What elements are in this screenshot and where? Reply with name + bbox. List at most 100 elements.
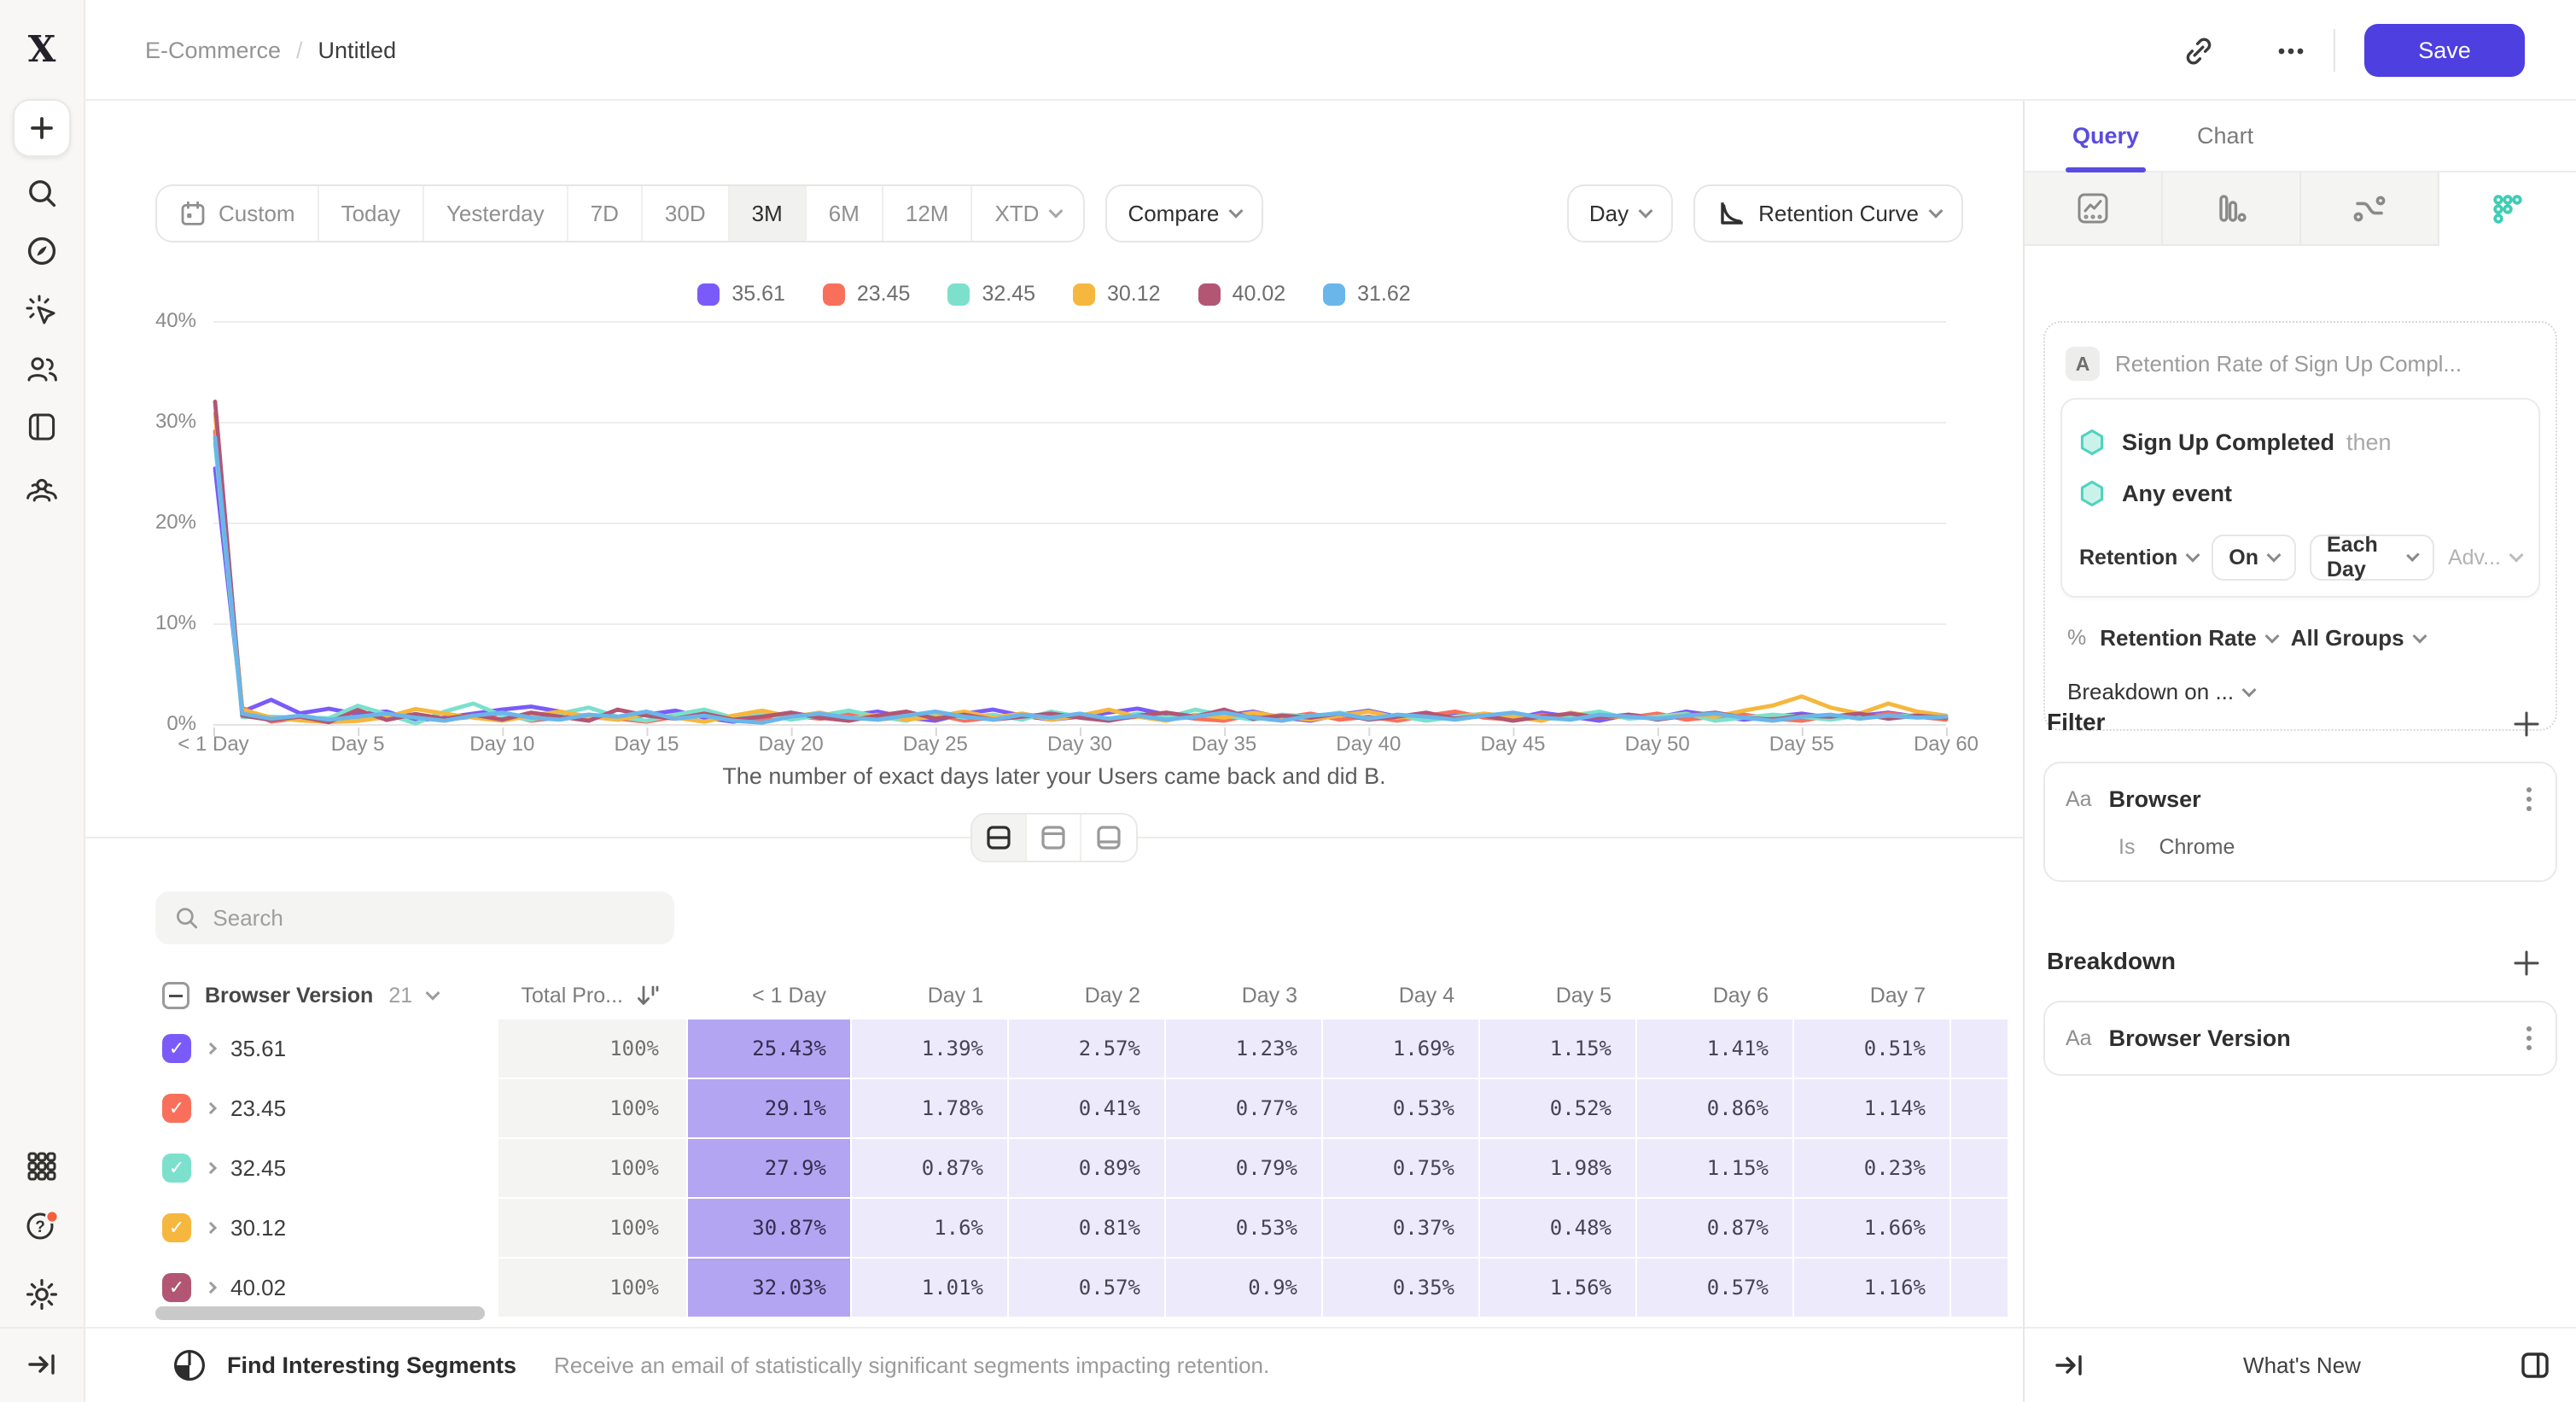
search-icon[interactable] [25,176,59,210]
discover-compass-icon[interactable] [25,234,59,268]
row-expand-icon[interactable] [205,1222,217,1234]
row-checkbox[interactable]: ✓ [162,1273,191,1302]
row-first-day: 25.43% [688,1019,850,1078]
table-header-day[interactable]: Day 4 [1323,973,1478,1018]
table-header-day[interactable]: Day 8 [1951,973,2008,1018]
boards-icon[interactable] [25,410,59,444]
create-new-button[interactable] [13,99,71,157]
more-options-icon[interactable] [2272,32,2310,70]
range-yesterday[interactable]: Yesterday [424,186,568,241]
table-header-day[interactable]: Day 3 [1166,973,1321,1018]
add-breakdown-button[interactable] [2511,948,2542,978]
range-today[interactable]: Today [319,186,424,241]
filter-kebab-icon[interactable] [2523,784,2535,815]
table-header-day[interactable]: < 1 Day [688,973,850,1018]
mixpanel-logo-icon[interactable]: X [21,27,62,72]
row-day-value: 0.86% [1637,1079,1792,1137]
settings-gear-icon[interactable] [25,1277,59,1311]
breadcrumb-project[interactable]: E-Commerce [145,38,281,64]
table-row[interactable]: ✓23.45100%29.1%1.78%0.41%0.77%0.53%0.52%… [155,1079,2008,1137]
row-expand-icon[interactable] [205,1043,217,1054]
retention-chart[interactable] [213,321,1946,736]
legend-item[interactable]: 32.45 [947,282,1035,307]
row-checkbox[interactable]: ✓ [162,1213,191,1242]
filter-operator[interactable]: Is [2118,835,2135,860]
compare-button[interactable]: Compare [1105,184,1263,242]
legend-item[interactable]: 31.62 [1323,282,1411,307]
toggle-panel-icon[interactable] [2518,1348,2552,1382]
filter-property[interactable]: Browser [2109,786,2506,813]
granularity-button[interactable]: Day [1567,184,1673,242]
breakdown-on-dropdown[interactable]: Breakdown on ... [2067,679,2254,705]
breakdown-kebab-icon[interactable] [2523,1023,2535,1054]
report-type-flows[interactable] [2301,172,2439,246]
layout-split-button[interactable] [972,815,1027,861]
report-type-funnels[interactable] [2163,172,2301,246]
whats-new-link[interactable]: What's New [2086,1352,2518,1379]
legend-item[interactable]: 30.12 [1073,282,1161,307]
tab-query[interactable]: Query [2072,101,2139,171]
breadcrumb-report-title[interactable]: Untitled [318,38,397,64]
chart-type-button[interactable]: Retention Curve [1693,184,1963,242]
layout-table-button[interactable] [1081,815,1136,861]
retention-dropdown[interactable]: Retention [2079,546,2198,570]
search-input[interactable] [213,905,656,932]
table-row[interactable]: ✓32.45100%27.9%0.87%0.89%0.79%0.75%1.98%… [155,1139,2008,1197]
groups-dropdown[interactable]: All Groups [2291,625,2425,651]
row-checkbox[interactable]: ✓ [162,1094,191,1123]
save-button[interactable]: Save [2364,24,2525,77]
layout-chart-button[interactable] [1027,815,1081,861]
range-6m[interactable]: 6M [807,186,883,241]
table-header-day[interactable]: Day 2 [1009,973,1164,1018]
table-header-group[interactable]: Browser Version 21 [155,973,497,1018]
report-type-retention[interactable] [2439,172,2576,246]
filter-value[interactable]: Chrome [2159,835,2235,860]
query-title[interactable]: Retention Rate of Sign Up Compl... [2115,351,2462,377]
select-all-checkbox[interactable] [162,982,189,1009]
sidebar-divider [0,1327,84,1329]
legend-label: 30.12 [1107,282,1161,307]
apps-grid-icon[interactable] [25,1149,59,1183]
tab-chart[interactable]: Chart [2197,101,2253,171]
legend-item[interactable]: 40.02 [1198,282,1286,307]
table-header-day[interactable]: Day 7 [1794,973,1949,1018]
first-event-row[interactable]: Sign Up Completed then [2079,417,2521,468]
report-type-insights[interactable] [2025,172,2163,246]
add-filter-button[interactable] [2511,709,2542,739]
range-12m[interactable]: 12M [883,186,973,241]
row-expand-icon[interactable] [205,1102,217,1114]
table-row[interactable]: ✓30.12100%30.87%1.6%0.81%0.53%0.37%0.48%… [155,1199,2008,1257]
panel-collapse-icon[interactable] [2052,1348,2086,1382]
help-icon[interactable]: ? [23,1207,61,1245]
return-event-row[interactable]: Any event [2079,468,2521,519]
row-checkbox[interactable]: ✓ [162,1034,191,1063]
sidebar: X ? [0,0,85,1402]
users-icon[interactable] [25,352,59,386]
row-expand-icon[interactable] [205,1162,217,1174]
range-3m[interactable]: 3M [730,186,807,241]
table-header-day[interactable]: Day 5 [1480,973,1635,1018]
on-dropdown[interactable]: On [2212,535,2296,581]
row-expand-icon[interactable] [205,1282,217,1294]
table-header-total[interactable]: Total Pro... [498,973,686,1018]
copy-link-icon[interactable] [2180,32,2218,70]
range-30d[interactable]: 30D [643,186,730,241]
sidebar-collapse-icon[interactable] [25,1347,59,1382]
table-header-day[interactable]: Day 6 [1637,973,1792,1018]
find-segments-link[interactable]: Find Interesting Segments [227,1352,516,1379]
horizontal-scrollbar[interactable] [155,1306,485,1320]
range-7d[interactable]: 7D [568,186,643,241]
legend-item[interactable]: 23.45 [823,282,911,307]
breakdown-property[interactable]: Browser Version [2109,1025,2506,1052]
cohorts-icon[interactable] [25,473,59,507]
events-cursor-icon[interactable] [25,294,59,328]
row-checkbox[interactable]: ✓ [162,1154,191,1183]
table-row[interactable]: ✓35.61100%25.43%1.39%2.57%1.23%1.69%1.15… [155,1019,2008,1078]
range-custom[interactable]: Custom [157,186,319,241]
legend-item[interactable]: 35.61 [697,282,785,307]
each-day-dropdown[interactable]: Each Day [2310,535,2434,581]
rate-dropdown[interactable]: Retention Rate [2100,625,2276,651]
table-header-day[interactable]: Day 1 [852,973,1007,1018]
advanced-dropdown[interactable]: Adv... [2448,546,2521,570]
range-xtd[interactable]: XTD [972,186,1083,241]
